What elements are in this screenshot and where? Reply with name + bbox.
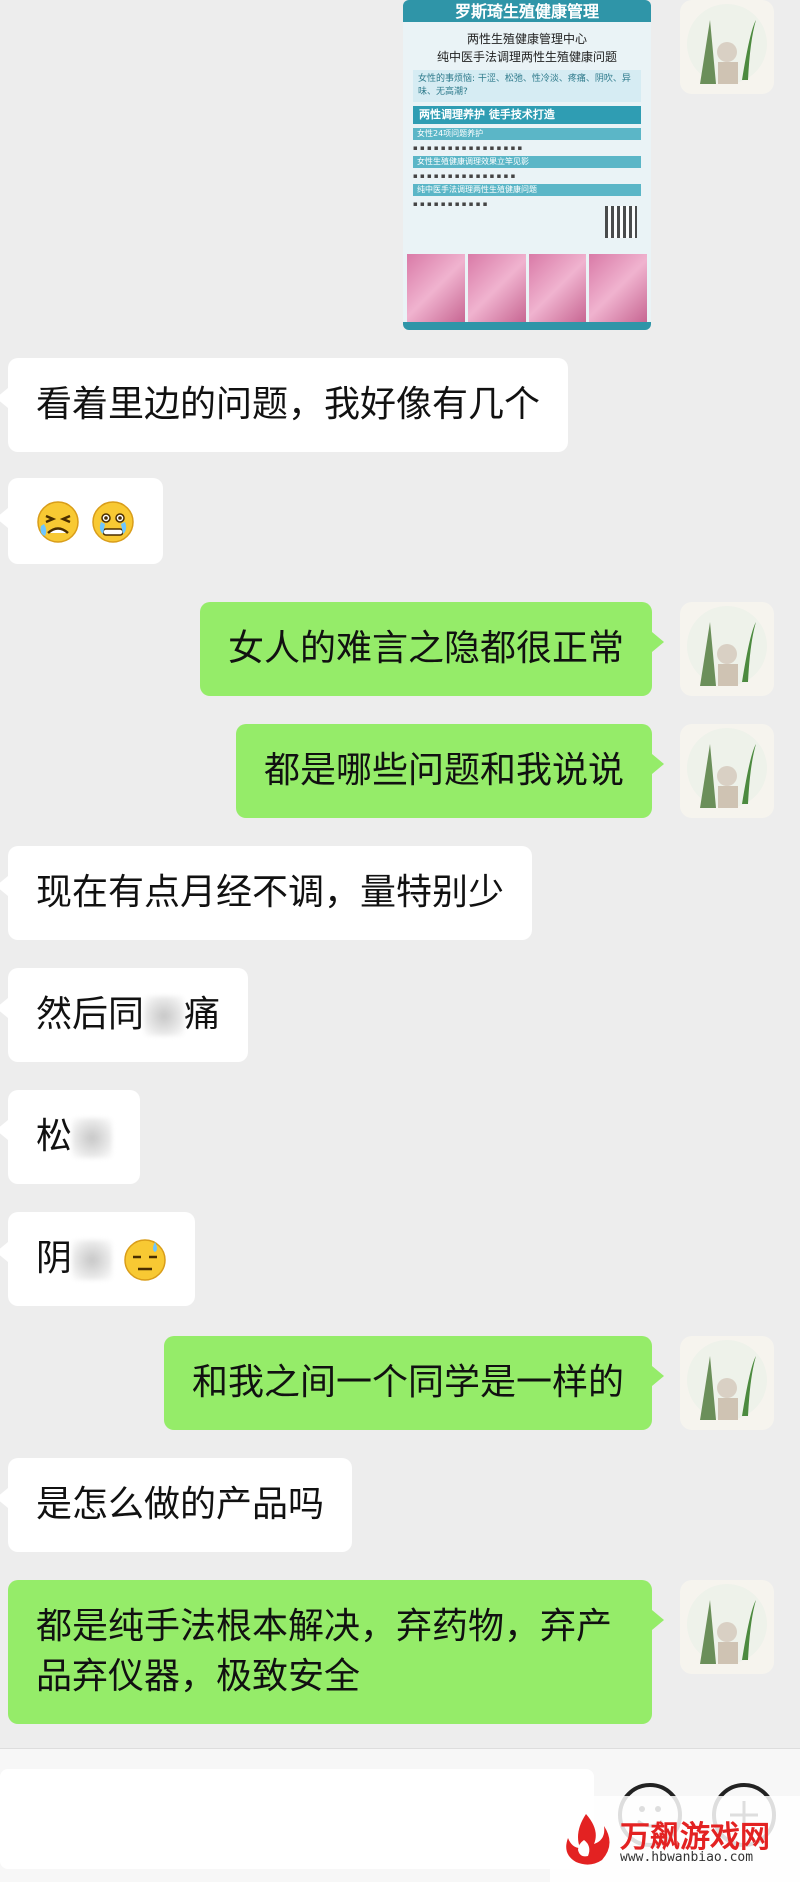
poster-photo bbox=[467, 254, 526, 322]
redacted-blur bbox=[144, 996, 185, 1036]
message-row-poster: 罗斯琦生殖健康管理 两性生殖健康管理中心 纯中医手法调理两性生殖健康问题 女性的… bbox=[0, 0, 800, 340]
poster-footer bbox=[403, 322, 651, 330]
avatar[interactable] bbox=[680, 0, 774, 94]
poster-box: 女性的事烦恼: 干涩、松弛、性冷淡、疼痛、阴吹、异味、无高潮? bbox=[413, 70, 641, 102]
message-row-outgoing: 都是哪些问题和我说说 bbox=[0, 724, 800, 818]
poster-sub1: 女性24项问题养护 bbox=[413, 128, 641, 140]
avatar[interactable] bbox=[680, 724, 774, 818]
poster-sub2: 女性生殖健康调理效果立竿见影 bbox=[413, 156, 641, 168]
message-text: 然后同 bbox=[36, 994, 145, 1035]
poster-title: 罗斯琦生殖健康管理 bbox=[403, 0, 651, 22]
message-text: 松 bbox=[36, 1116, 73, 1157]
poster-photo bbox=[528, 254, 587, 322]
crying-emoji-icon bbox=[37, 501, 79, 543]
poster-photo bbox=[589, 254, 647, 322]
message-input[interactable] bbox=[0, 1769, 594, 1869]
poster-image[interactable]: 罗斯琦生殖健康管理 两性生殖健康管理中心 纯中医手法调理两性生殖健康问题 女性的… bbox=[403, 0, 651, 330]
message-bubble-outgoing[interactable]: 和我之间一个同学是一样的 bbox=[163, 1336, 665, 1430]
teary-emoji-icon bbox=[92, 501, 135, 543]
poster-photo bbox=[407, 254, 465, 322]
message-bubble-incoming[interactable]: 现在有点月经不调，量特别少 bbox=[0, 846, 533, 940]
poster-line1: 两性生殖健康管理中心 bbox=[466, 32, 587, 46]
message-bubble-incoming[interactable]: 阴 bbox=[0, 1212, 196, 1306]
poster-text2: ▪ ▪ ▪ ▪ ▪ ▪ ▪ ▪ ▪ ▪ ▪ ▪ ▪ ▪ ▪ bbox=[413, 172, 516, 180]
poster-line2: 纯中医手法调理两性生殖健康问题 bbox=[436, 50, 617, 64]
message-bubble-outgoing[interactable]: 都是纯手法根本解决，弃药物，弃产品弃仪器，极致安全 bbox=[8, 1580, 664, 1724]
message-text: 痛 bbox=[184, 994, 221, 1035]
avatar-icon bbox=[687, 1340, 767, 1420]
avatar[interactable] bbox=[680, 602, 774, 696]
avatar[interactable] bbox=[680, 1336, 774, 1430]
message-row-outgoing: 女人的难言之隐都很正常 bbox=[0, 602, 800, 696]
message-bubble-incoming[interactable] bbox=[0, 478, 164, 564]
poster-text1: ▪ ▪ ▪ ▪ ▪ ▪ ▪ ▪ ▪ ▪ ▪ ▪ ▪ ▪ ▪ ▪ bbox=[413, 144, 523, 152]
message-bubble-incoming[interactable]: 松 bbox=[0, 1090, 141, 1184]
message-bubble-incoming[interactable]: 是怎么做的产品吗 bbox=[0, 1458, 353, 1552]
avatar[interactable] bbox=[680, 1580, 774, 1674]
watermark-url: www.hbwanbiao.com bbox=[620, 1850, 754, 1865]
qr-code-icon bbox=[605, 206, 637, 238]
avatar-icon bbox=[687, 728, 767, 808]
flame-logo-icon bbox=[566, 1814, 610, 1865]
avatar-icon bbox=[687, 606, 767, 686]
avatar-icon bbox=[687, 1584, 767, 1664]
poster-photos bbox=[403, 254, 651, 322]
avatar-icon bbox=[687, 4, 767, 84]
poster-band: 两性调理养护 徒手技术打造 bbox=[413, 106, 641, 124]
message-bubble-outgoing[interactable]: 女人的难言之隐都很正常 bbox=[199, 602, 665, 696]
message-bubble-outgoing[interactable]: 都是哪些问题和我说说 bbox=[235, 724, 665, 818]
message-bubble-incoming[interactable]: 然后同痛 bbox=[0, 968, 249, 1062]
sweat-emoji-icon bbox=[124, 1239, 167, 1281]
message-text: 阴 bbox=[36, 1238, 73, 1279]
redacted-blur bbox=[72, 1240, 113, 1280]
message-bubble-incoming[interactable]: 看着里边的问题，我好像有几个 bbox=[0, 358, 569, 452]
message-row-outgoing: 和我之间一个同学是一样的 bbox=[0, 1336, 800, 1430]
message-row-outgoing: 都是纯手法根本解决，弃药物，弃产品弃仪器，极致安全 bbox=[0, 1580, 800, 1724]
poster-sub3: 纯中医手法调理两性生殖健康问题 bbox=[413, 184, 641, 196]
redacted-blur bbox=[72, 1118, 113, 1158]
watermark: 万飙游戏网 www.hbwanbiao.com bbox=[550, 1796, 800, 1882]
